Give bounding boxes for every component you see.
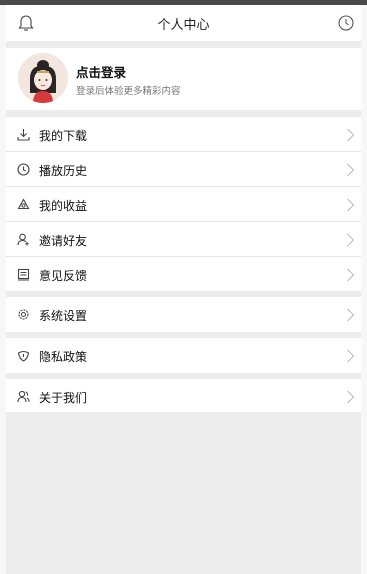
section-gap [6,41,361,48]
menu-label: 关于我们 [39,391,88,405]
chevron-right-icon [346,308,355,322]
menu-item-feedback[interactable]: 意见反馈 [6,257,361,292]
chevron-right-icon [346,163,355,177]
chevron-right-icon [346,390,355,404]
menu-group-settings: 系统设置 [6,297,361,332]
menu-label: 我的收益 [39,199,88,213]
login-card[interactable]: 点击登录 登录后体验更多精彩内容 [6,48,361,110]
menu-group-about: 关于我们 [6,379,361,414]
menu-item-privacy[interactable]: 隐私政策 [6,338,361,373]
menu-item-downloads[interactable]: 我的下载 [6,117,361,152]
chevron-right-icon [346,198,355,212]
header-bar: 个人中心 [6,5,361,41]
menu-item-about[interactable]: 关于我们 [6,379,361,414]
history-clock-icon [17,163,30,176]
download-icon [17,128,30,141]
avatar-girl-icon[interactable] [18,53,68,103]
users-icon [17,390,30,403]
menu-label: 邀请好友 [39,234,88,248]
coin-icon [17,198,30,211]
clock-icon[interactable] [337,14,355,32]
menu-label: 播放历史 [39,164,88,178]
feedback-icon [17,268,30,281]
chevron-right-icon [346,268,355,282]
login-label[interactable]: 点击登录 [76,62,126,81]
menu-label: 意见反馈 [39,269,88,283]
menu-item-earnings[interactable]: 我的收益 [6,187,361,222]
menu-item-invite[interactable]: 邀请好友 [6,222,361,257]
chevron-right-icon [346,233,355,247]
bell-icon[interactable] [18,14,34,32]
page-title: 个人中心 [157,17,210,33]
add-user-icon [17,233,30,246]
gear-icon [17,308,30,321]
chevron-right-icon [346,128,355,142]
menu-label: 隐私政策 [39,350,88,364]
menu-group-main: 我的下载 播放历史 我的收益 邀请好友 意见反馈 [6,117,361,292]
menu-item-settings[interactable]: 系统设置 [6,297,361,332]
shield-icon [17,349,30,362]
menu-label: 我的下载 [39,129,88,143]
section-gap [6,110,361,117]
menu-label: 系统设置 [39,309,88,323]
chevron-right-icon [346,349,355,363]
empty-area [6,412,361,574]
menu-group-privacy: 隐私政策 [6,338,361,373]
menu-item-history[interactable]: 播放历史 [6,152,361,187]
login-subtitle: 登录后体验更多精彩内容 [76,86,181,97]
